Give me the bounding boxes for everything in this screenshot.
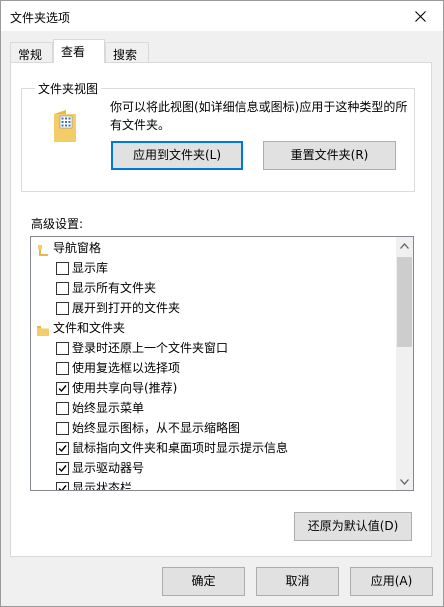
tab-label: 常规 bbox=[18, 48, 43, 62]
checkmark-icon bbox=[58, 385, 67, 393]
chevron-up-icon bbox=[400, 242, 409, 249]
setting-label: 使用复选框以选择项 bbox=[72, 361, 181, 375]
setting-label: 显示所有文件夹 bbox=[72, 281, 157, 295]
setting-checkbox[interactable] bbox=[56, 462, 69, 475]
tab-label: 查看 bbox=[61, 45, 86, 59]
checkmark-icon bbox=[58, 465, 67, 473]
title-bar: 文件夹选项 bbox=[0, 0, 444, 31]
window-title: 文件夹选项 bbox=[10, 11, 71, 25]
setting-checkbox[interactable] bbox=[56, 302, 69, 315]
category-label: 导航窗格 bbox=[53, 241, 102, 255]
category-label: 文件和文件夹 bbox=[53, 321, 126, 335]
setting-row[interactable]: 显示库 bbox=[31, 258, 396, 278]
tab-search[interactable]: 搜索 bbox=[105, 42, 149, 63]
close-button[interactable] bbox=[397, 1, 443, 31]
folder-views-title: 文件夹视图 bbox=[35, 80, 102, 97]
setting-checkbox[interactable] bbox=[56, 282, 69, 295]
setting-label: 鼠标指向文件夹和桌面项时显示提示信息 bbox=[72, 441, 289, 455]
setting-label: 显示库 bbox=[72, 261, 109, 275]
scroll-thumb[interactable] bbox=[397, 257, 412, 347]
tab-view[interactable]: 查看 bbox=[53, 39, 105, 63]
setting-row[interactable]: 显示所有文件夹 bbox=[31, 278, 396, 298]
setting-checkbox[interactable] bbox=[56, 362, 69, 375]
setting-checkbox[interactable] bbox=[56, 482, 69, 490]
scroll-down-button[interactable] bbox=[396, 473, 413, 490]
folder-view-icon bbox=[52, 108, 78, 144]
setting-checkbox[interactable] bbox=[56, 342, 69, 355]
setting-row[interactable]: 鼠标指向文件夹和桌面项时显示提示信息 bbox=[31, 438, 396, 458]
advanced-settings-label: 高级设置: bbox=[31, 217, 84, 231]
setting-label: 使用共享向导(推荐) bbox=[72, 381, 178, 395]
category-row: 文件和文件夹 bbox=[31, 318, 396, 338]
restore-defaults-button[interactable]: 还原为默认值(D) bbox=[294, 512, 412, 541]
setting-label: 始终显示菜单 bbox=[72, 401, 145, 415]
vertical-scrollbar[interactable] bbox=[396, 237, 413, 490]
setting-checkbox[interactable] bbox=[56, 382, 69, 395]
close-icon bbox=[414, 10, 426, 22]
setting-checkbox[interactable] bbox=[56, 422, 69, 435]
setting-checkbox[interactable] bbox=[56, 262, 69, 275]
tab-general[interactable]: 常规 bbox=[10, 42, 53, 63]
setting-row[interactable]: 始终显示菜单 bbox=[31, 398, 396, 418]
setting-row[interactable]: 显示状态栏 bbox=[31, 478, 396, 491]
cancel-button[interactable]: 取消 bbox=[256, 567, 339, 596]
checkmark-icon bbox=[58, 445, 67, 453]
setting-checkbox[interactable] bbox=[56, 402, 69, 415]
setting-row[interactable]: 显示驱动器号 bbox=[31, 458, 396, 478]
setting-label: 展开到打开的文件夹 bbox=[72, 301, 181, 315]
apply-button[interactable]: 应用(A) bbox=[350, 567, 433, 596]
chevron-down-icon bbox=[400, 478, 409, 485]
tab-label: 搜索 bbox=[113, 48, 138, 62]
apply-to-folders-button[interactable]: 应用到文件夹(L) bbox=[111, 141, 243, 170]
setting-label: 显示驱动器号 bbox=[72, 461, 145, 475]
category-row: 导航窗格 bbox=[31, 238, 396, 258]
setting-row[interactable]: 始终显示图标，从不显示缩略图 bbox=[31, 418, 396, 438]
ok-button[interactable]: 确定 bbox=[162, 567, 245, 596]
setting-row[interactable]: 使用复选框以选择项 bbox=[31, 358, 396, 378]
setting-row[interactable]: 登录时还原上一个文件夹窗口 bbox=[31, 338, 396, 358]
setting-checkbox[interactable] bbox=[56, 442, 69, 455]
setting-label: 显示状态栏 bbox=[72, 481, 133, 491]
advanced-settings-list[interactable]: 导航窗格显示库显示所有文件夹展开到打开的文件夹文件和文件夹登录时还原上一个文件夹… bbox=[30, 236, 414, 491]
checkmark-icon bbox=[58, 485, 67, 490]
setting-label: 始终显示图标，从不显示缩略图 bbox=[72, 421, 241, 435]
scroll-up-button[interactable] bbox=[396, 237, 413, 254]
folder-views-description: 你可以将此视图(如详细信息或图标)应用于这种类型的所有文件夹。 bbox=[110, 100, 408, 132]
setting-label: 登录时还原上一个文件夹窗口 bbox=[72, 341, 229, 355]
reset-folders-button[interactable]: 重置文件夹(R) bbox=[263, 141, 396, 170]
setting-row[interactable]: 展开到打开的文件夹 bbox=[31, 298, 396, 318]
setting-row[interactable]: 使用共享向导(推荐) bbox=[31, 378, 396, 398]
